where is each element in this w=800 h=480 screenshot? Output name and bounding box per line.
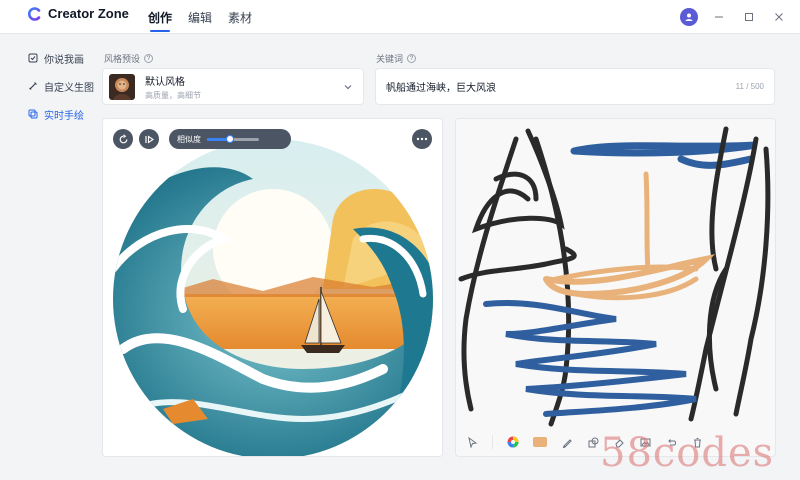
close-icon — [775, 13, 783, 21]
user-avatar-button[interactable] — [680, 8, 698, 26]
undo-icon — [667, 438, 676, 445]
trash-icon — [693, 437, 701, 447]
tab-create[interactable]: 创作 — [140, 0, 180, 34]
keywords-box: 11 / 500 — [375, 68, 775, 105]
eraser-icon — [614, 438, 624, 447]
sketch-toolbar — [456, 428, 775, 456]
shape-tool[interactable] — [587, 436, 599, 448]
preset-text: 默认风格 高质量，高细节 — [145, 73, 201, 101]
brand-name: Creator Zone — [48, 6, 129, 21]
user-icon — [685, 13, 693, 21]
sidebar-item-label: 你说我画 — [44, 54, 84, 66]
image-icon — [640, 438, 650, 446]
shapes-icon — [588, 437, 598, 447]
chat-image-icon — [28, 53, 38, 63]
brand: Creator Zone — [28, 6, 129, 21]
preset-name: 默认风格 — [145, 76, 185, 88]
sidebar-item-custom-image[interactable]: 自定义生图 — [18, 72, 96, 100]
keywords-label-row: 关键词 ? — [376, 52, 417, 65]
current-color-swatch[interactable] — [533, 436, 547, 448]
more-options-button[interactable] — [412, 129, 432, 149]
eraser-tool[interactable] — [613, 436, 625, 448]
pen-icon — [562, 438, 572, 448]
color-picker-button[interactable] — [507, 436, 519, 448]
info-icon[interactable]: ? — [407, 54, 417, 63]
main-tabs: 创作 编辑 素材 — [140, 0, 260, 34]
preset-description: 高质量，高细节 — [145, 90, 201, 100]
style-preset-label-row: 风格预设 ? — [104, 52, 154, 65]
color-wheel-icon — [507, 436, 519, 448]
sidebar-item-label: 实时手绘 — [44, 110, 84, 122]
brand-logo-icon — [28, 6, 41, 21]
compare-button[interactable] — [139, 129, 159, 149]
brush-icon — [29, 82, 37, 90]
style-preset-dropdown[interactable]: 默认风格 高质量，高细节 — [102, 68, 364, 105]
minimize-icon — [715, 16, 723, 18]
similarity-label: 相似度 — [177, 134, 201, 144]
title-bar: Creator Zone 创作 编辑 素材 — [0, 0, 800, 34]
clear-canvas-button[interactable] — [691, 436, 703, 448]
more-icon — [416, 137, 428, 141]
info-icon[interactable]: ? — [144, 54, 154, 63]
generated-image — [103, 119, 442, 456]
generated-image-panel: 相似度 — [102, 118, 443, 457]
maximize-icon — [745, 13, 753, 21]
similarity-handle[interactable] — [226, 134, 235, 143]
select-tool[interactable] — [466, 436, 478, 448]
undo-button[interactable] — [665, 436, 677, 448]
keywords-label: 关键词 — [376, 54, 404, 64]
similarity-slider[interactable]: 相似度 — [169, 129, 291, 149]
sketch-canvas-panel — [455, 118, 776, 457]
close-button[interactable] — [770, 8, 788, 26]
sidebar-item-realtime-sketch[interactable]: 实时手绘 — [18, 100, 96, 128]
compare-icon — [144, 134, 154, 144]
preset-thumbnail — [109, 73, 135, 100]
style-preset-label: 风格预设 — [104, 54, 141, 64]
sidebar: 你说我画 自定义生图 实时手绘 — [18, 44, 96, 128]
swatch — [533, 437, 547, 447]
chevron-down-icon — [344, 85, 352, 90]
image-floating-controls: 相似度 — [113, 129, 291, 149]
tab-assets[interactable]: 素材 — [220, 0, 260, 34]
refresh-icon — [119, 133, 127, 143]
refresh-button[interactable] — [113, 129, 133, 149]
similarity-track[interactable] — [207, 134, 259, 143]
pointer-icon — [467, 436, 477, 448]
pen-tool[interactable] — [561, 436, 573, 448]
sidebar-item-talk-draw[interactable]: 你说我画 — [18, 44, 96, 72]
toolbar-divider — [492, 435, 493, 449]
keywords-char-counter: 11 / 500 — [735, 82, 764, 91]
sidebar-item-label: 自定义生图 — [44, 82, 94, 94]
layers-icon — [28, 109, 38, 119]
sketch-canvas[interactable] — [456, 119, 776, 430]
minimize-button[interactable] — [710, 8, 728, 26]
preset-portrait-image — [109, 73, 135, 100]
window-controls — [680, 0, 788, 34]
tab-edit[interactable]: 编辑 — [180, 0, 220, 34]
maximize-button[interactable] — [740, 8, 758, 26]
image-upload-tool[interactable] — [639, 436, 651, 448]
keywords-input[interactable] — [386, 81, 706, 92]
